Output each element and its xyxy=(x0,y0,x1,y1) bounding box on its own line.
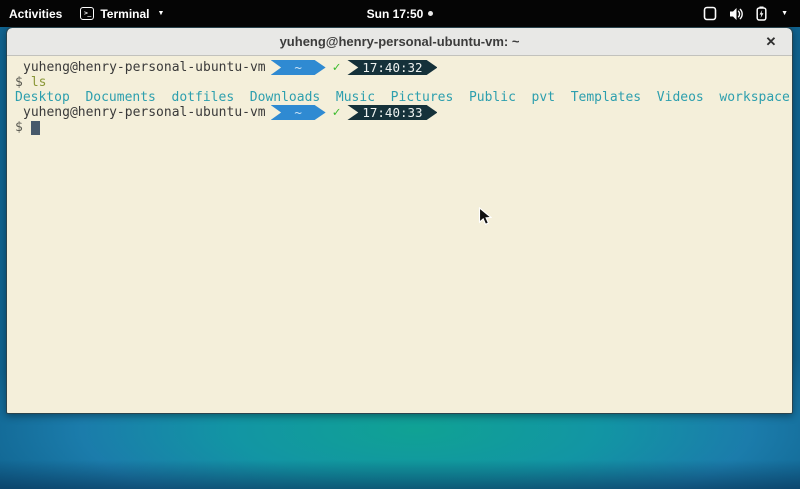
command-line-2: $ xyxy=(15,120,792,135)
window-title: yuheng@henry-personal-ubuntu-vm: ~ xyxy=(280,34,520,49)
status-check-icon: ✓ xyxy=(333,105,341,120)
terminal-icon: >_ xyxy=(80,7,94,20)
app-menu[interactable]: >_ Terminal ▼ xyxy=(71,0,173,27)
close-icon[interactable]: ✕ xyxy=(762,33,780,51)
volume-icon xyxy=(729,7,744,21)
prompt-timestamp: 17:40:33 xyxy=(362,105,422,120)
ls-output: Desktop Documents dotfiles Downloads Mus… xyxy=(15,90,792,105)
powerline-time-segment: 17:40:33 xyxy=(347,105,437,120)
battery-charging-icon xyxy=(756,6,767,21)
powerline-time-segment: 17:40:32 xyxy=(347,60,437,75)
app-menu-label: Terminal xyxy=(100,7,149,21)
prompt-symbol: $ xyxy=(15,75,23,90)
prompt-user-host: yuheng@henry-personal-ubuntu-vm xyxy=(23,60,266,75)
tray-chevron-down-icon: ▼ xyxy=(781,10,788,17)
powerline-cwd-segment: ~ xyxy=(271,60,326,75)
system-tray[interactable]: ▼ xyxy=(691,0,800,27)
prompt-timestamp: 17:40:32 xyxy=(362,60,422,75)
cwd-label: ~ xyxy=(294,60,302,75)
window-titlebar[interactable]: yuheng@henry-personal-ubuntu-vm: ~ ✕ xyxy=(7,28,792,56)
typed-command: ls xyxy=(31,75,47,90)
notification-dot-icon xyxy=(428,11,433,16)
terminal-content[interactable]: yuheng@henry-personal-ubuntu-vm ~ ✓ 17:4… xyxy=(7,56,792,413)
top-bar: Activities >_ Terminal ▼ Sun 17:50 xyxy=(0,0,800,27)
prompt-user-host: yuheng@henry-personal-ubuntu-vm xyxy=(23,105,266,120)
terminal-icon-glyph: >_ xyxy=(84,10,91,17)
clock[interactable]: Sun 17:50 xyxy=(358,7,443,21)
mouse-cursor-icon xyxy=(478,207,492,227)
prompt-line-2: yuheng@henry-personal-ubuntu-vm ~ ✓ 17:4… xyxy=(15,105,792,120)
terminal-window: yuheng@henry-personal-ubuntu-vm: ~ ✕ yuh… xyxy=(6,27,793,414)
status-check-icon: ✓ xyxy=(333,60,341,75)
clock-label: Sun 17:50 xyxy=(367,7,424,21)
activities-button[interactable]: Activities xyxy=(0,0,71,27)
cwd-label: ~ xyxy=(294,105,302,120)
display-icon xyxy=(703,6,717,21)
prompt-symbol: $ xyxy=(15,120,23,135)
desktop: Activities >_ Terminal ▼ Sun 17:50 xyxy=(0,0,800,489)
powerline-cwd-segment: ~ xyxy=(271,105,326,120)
prompt-line-1: yuheng@henry-personal-ubuntu-vm ~ ✓ 17:4… xyxy=(15,60,792,75)
terminal-cursor xyxy=(31,121,40,135)
chevron-down-icon: ▼ xyxy=(157,10,164,17)
command-line-1: $ ls xyxy=(15,75,792,90)
